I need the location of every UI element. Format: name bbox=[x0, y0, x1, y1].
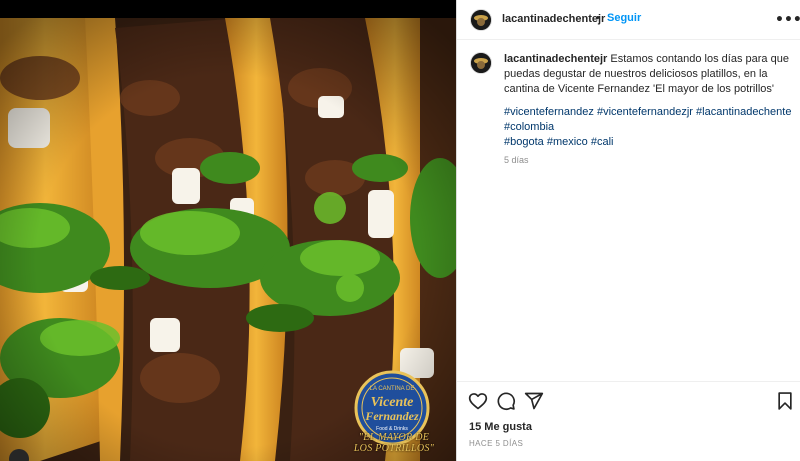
post-header: lacantinadechentejr • Seguir ••• bbox=[457, 0, 800, 40]
media-top-bar bbox=[0, 0, 456, 18]
header-separator: • bbox=[596, 12, 600, 24]
brand-slogan: "EL MAYOR DE LOS POTRILLOS" bbox=[346, 432, 442, 454]
post-caption: lacantinadechentejr Estamos contando los… bbox=[504, 52, 794, 168]
avatar[interactable] bbox=[470, 9, 492, 31]
posted-timestamp[interactable]: HACE 5 DÍAS bbox=[469, 439, 523, 448]
caption-username[interactable]: lacantinadechentejr bbox=[504, 53, 607, 65]
hashtag-vicentefernandez[interactable]: #vicentefernandez bbox=[504, 106, 594, 118]
header-username[interactable]: lacantinadechentejr bbox=[502, 13, 605, 25]
paper-plane-icon[interactable] bbox=[524, 391, 544, 411]
logo-name-last: Fernandez bbox=[364, 409, 419, 423]
bookmark-icon[interactable] bbox=[775, 391, 795, 411]
post-media[interactable]: LA CANTINA DE Vicente Fernandez Food & D… bbox=[0, 0, 456, 461]
hashtag-colombia[interactable]: #colombia bbox=[504, 121, 554, 133]
slogan-line-2: LOS POTRILLOS" bbox=[353, 443, 435, 454]
avatar-image bbox=[471, 10, 491, 30]
hashtag-bogota[interactable]: #bogota bbox=[504, 136, 544, 148]
hashtag-mexico[interactable]: #mexico bbox=[547, 136, 588, 148]
likes-count[interactable]: 15 Me gusta bbox=[469, 421, 532, 433]
caption-avatar[interactable] bbox=[470, 52, 492, 74]
heart-icon[interactable] bbox=[468, 391, 488, 411]
caption-timestamp[interactable]: 5 días bbox=[504, 153, 794, 168]
hashtag-vicentefernandezjr[interactable]: #vicentefernandezjr bbox=[597, 106, 693, 118]
caption-body: lacantinadechentejr Estamos contando los… bbox=[504, 52, 794, 97]
hashtag-cali[interactable]: #cali bbox=[591, 136, 614, 148]
logo-tagline: LA CANTINA DE bbox=[370, 386, 415, 392]
post-side-panel: lacantinadechentejr • Seguir ••• lacanti… bbox=[456, 0, 800, 461]
comment-bubble-icon[interactable] bbox=[496, 391, 516, 411]
logo-name-first: Vicente bbox=[371, 395, 414, 410]
comments-area: lacantinadechentejr Estamos contando los… bbox=[457, 40, 800, 380]
slogan-line-1: "EL MAYOR DE bbox=[358, 432, 430, 443]
hashtag-lacantinadechente[interactable]: #lacantinadechente bbox=[696, 106, 791, 118]
follow-button[interactable]: Seguir bbox=[607, 12, 641, 24]
hashtags: #vicentefernandez #vicentefernandezjr #l… bbox=[504, 105, 794, 150]
avatar-image bbox=[471, 53, 491, 73]
more-horizontal-icon[interactable]: ••• bbox=[775, 11, 800, 29]
post-actions: 15 Me gusta HACE 5 DÍAS bbox=[457, 381, 800, 461]
